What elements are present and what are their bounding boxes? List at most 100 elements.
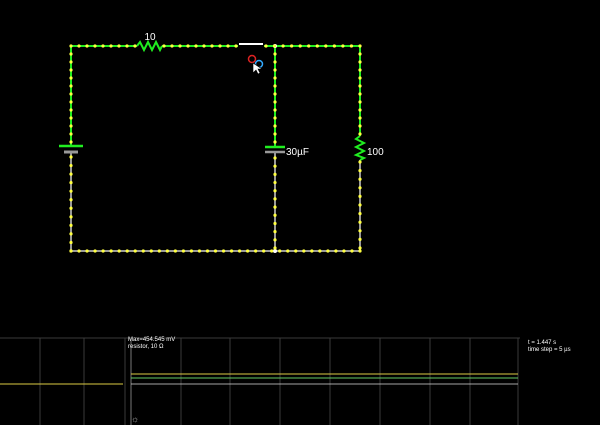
current-dot bbox=[69, 215, 73, 219]
gear-icon[interactable]: ☼ bbox=[131, 415, 139, 424]
current-dot bbox=[93, 249, 97, 253]
current-dot bbox=[273, 205, 277, 209]
current-dot bbox=[69, 232, 73, 236]
scope-info: Max=454.545 mV resistor, 10 Ω bbox=[128, 337, 175, 351]
current-dot bbox=[218, 44, 222, 48]
current-dot bbox=[358, 186, 362, 190]
current-dot bbox=[69, 84, 73, 88]
current-dot bbox=[69, 163, 73, 168]
capacitor-icon[interactable] bbox=[265, 145, 285, 154]
current-dot bbox=[358, 108, 362, 112]
current-dot bbox=[101, 249, 105, 253]
circuit-canvas[interactable]: 10 30µF 100 bbox=[0, 0, 600, 425]
current-dot bbox=[307, 44, 311, 48]
current-dot bbox=[273, 197, 277, 201]
scope-element-text: resistor, 10 Ω bbox=[128, 344, 164, 350]
current-dot bbox=[358, 229, 362, 233]
current-dot bbox=[358, 194, 362, 198]
current-dot bbox=[298, 44, 302, 48]
current-dot bbox=[197, 249, 202, 253]
current-dot bbox=[85, 249, 89, 253]
current-dot bbox=[226, 44, 230, 48]
current-dot bbox=[294, 249, 298, 253]
current-dot bbox=[341, 44, 345, 48]
current-dot bbox=[125, 249, 129, 253]
current-dot bbox=[69, 240, 73, 245]
current-dot bbox=[117, 249, 121, 253]
current-dot bbox=[273, 221, 277, 226]
current-dot bbox=[273, 213, 277, 217]
current-dot bbox=[149, 249, 153, 253]
current-dot bbox=[69, 92, 73, 96]
current-dot bbox=[170, 44, 174, 48]
current-dot bbox=[69, 181, 73, 185]
current-dot bbox=[77, 44, 81, 48]
current-dot bbox=[326, 249, 330, 253]
current-dot bbox=[349, 44, 354, 48]
resistor-icon[interactable] bbox=[353, 135, 367, 161]
current-dot bbox=[334, 249, 338, 253]
time-text: t = 1.447 s bbox=[528, 340, 557, 346]
current-dot bbox=[157, 249, 161, 253]
current-dot bbox=[358, 100, 362, 104]
current-dot bbox=[281, 44, 285, 48]
current-dot bbox=[310, 249, 314, 253]
current-dot bbox=[273, 230, 277, 234]
current-dot bbox=[358, 246, 362, 250]
current-dot bbox=[254, 249, 258, 253]
scope-traces[interactable] bbox=[0, 373, 518, 385]
current-dot bbox=[69, 76, 73, 80]
current-dot bbox=[358, 177, 362, 181]
current-dot bbox=[69, 108, 73, 112]
resistor-right-label: 100 bbox=[367, 147, 384, 158]
current-dot bbox=[101, 44, 105, 48]
current-dot bbox=[272, 44, 277, 48]
current-dot bbox=[332, 44, 336, 48]
current-dots bbox=[69, 44, 362, 253]
current-dot bbox=[358, 132, 362, 136]
current-dot bbox=[273, 140, 277, 144]
current-dot bbox=[213, 249, 218, 253]
current-dot bbox=[290, 44, 294, 48]
current-dot bbox=[286, 249, 290, 253]
current-dot bbox=[69, 52, 73, 56]
resistor-icon[interactable] bbox=[136, 39, 163, 53]
current-dot bbox=[273, 238, 277, 242]
current-dot bbox=[93, 44, 97, 48]
current-dot bbox=[273, 108, 277, 112]
current-dot bbox=[210, 44, 214, 48]
current-dot bbox=[69, 132, 73, 136]
current-dot bbox=[165, 249, 169, 253]
node-junction bbox=[273, 249, 277, 253]
current-dot bbox=[302, 249, 306, 253]
current-dot bbox=[125, 44, 129, 48]
current-dot bbox=[133, 44, 137, 48]
current-dot bbox=[69, 155, 73, 159]
current-dot bbox=[273, 92, 277, 96]
current-dot bbox=[273, 68, 277, 72]
current-dot bbox=[358, 220, 362, 224]
current-dot bbox=[85, 44, 89, 48]
scope-max-text: Max=454.545 mV bbox=[128, 337, 176, 343]
current-dot bbox=[181, 249, 185, 253]
current-dot bbox=[358, 84, 362, 88]
battery-icon[interactable] bbox=[59, 144, 83, 154]
current-dot bbox=[324, 44, 328, 48]
current-dot bbox=[117, 44, 121, 48]
current-dot bbox=[273, 84, 277, 88]
current-dot bbox=[178, 44, 182, 48]
current-dot bbox=[342, 249, 346, 253]
current-dot bbox=[186, 44, 190, 48]
current-dot bbox=[69, 140, 73, 144]
current-dot bbox=[202, 44, 206, 48]
current-dot bbox=[173, 249, 177, 253]
current-dot bbox=[69, 100, 73, 104]
current-dot bbox=[109, 249, 113, 253]
timestep-text: time step = 5 µs bbox=[528, 347, 571, 353]
current-dot bbox=[278, 249, 282, 253]
current-dot bbox=[69, 198, 73, 202]
current-dot bbox=[358, 124, 362, 128]
current-dot bbox=[273, 164, 277, 168]
current-dot bbox=[264, 44, 268, 48]
current-dot bbox=[358, 44, 362, 48]
